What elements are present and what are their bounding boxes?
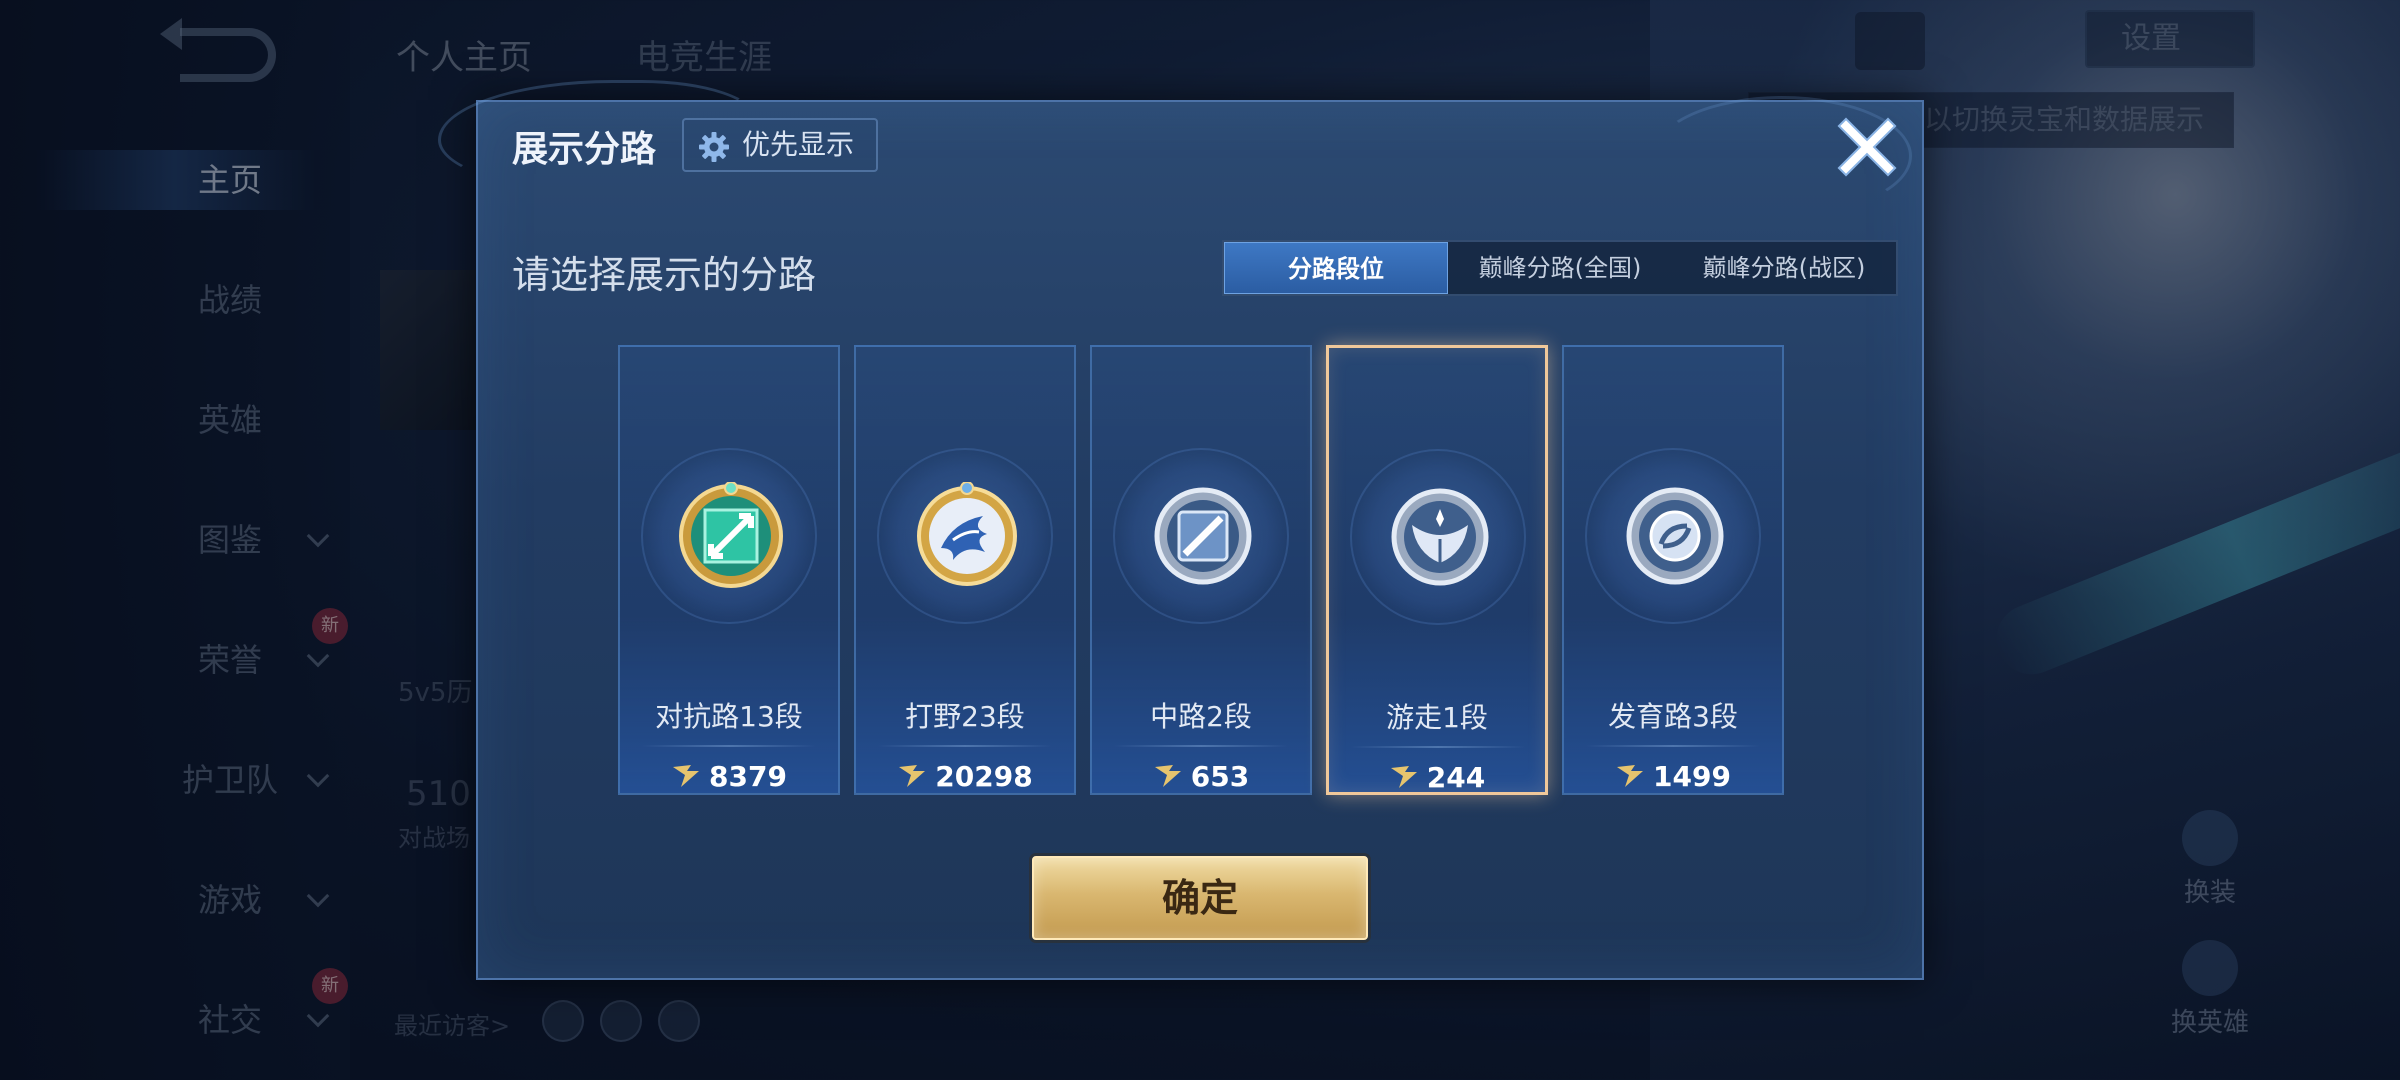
lane-rank-label: 游走1段: [1386, 701, 1488, 734]
confirm-button[interactable]: 确定: [1032, 856, 1368, 940]
card-divider: [1114, 745, 1288, 747]
combat-power-icon: [1390, 766, 1417, 788]
lane-power-value: 1499: [1653, 760, 1731, 793]
lane-card-mid[interactable]: 中路2段 653: [1090, 345, 1312, 795]
priority-display-label: 优先显示: [742, 128, 855, 161]
lane-power-score: 20298: [856, 760, 1074, 793]
lane-card-jungle[interactable]: 打野23段 20298: [854, 345, 1076, 795]
lane-power-value: 8379: [709, 760, 787, 793]
clash-lane-emblem-icon: [679, 482, 783, 588]
card-divider: [878, 745, 1052, 747]
lane-card-clash[interactable]: 对抗路13段 8379: [618, 345, 840, 795]
card-divider: [1351, 746, 1525, 748]
lane-rank-label: 对抗路13段: [655, 700, 803, 733]
gear-icon: [699, 132, 729, 162]
lane-power-value: 20298: [935, 760, 1033, 793]
close-icon: [1837, 117, 1897, 177]
lane-card-roam[interactable]: 游走1段 244: [1326, 345, 1548, 795]
combat-power-icon: [673, 765, 700, 787]
lane-power-score: 8379: [620, 760, 838, 793]
card-divider: [1586, 745, 1760, 747]
lane-rank-label: 发育路3段: [1608, 700, 1738, 733]
lane-power-score: 653: [1092, 760, 1310, 793]
lane-mode-tabs: 分路段位 巅峰分路(全国) 巅峰分路(战区): [1222, 240, 1898, 296]
lane-power-score: 1499: [1564, 760, 1782, 793]
tab-lane-rank[interactable]: 分路段位: [1224, 242, 1448, 294]
dialog-title: 展示分路: [512, 129, 657, 170]
roam-wings-emblem-icon: [1391, 488, 1489, 586]
tab-peak-lane-national[interactable]: 巅峰分路(全国): [1448, 242, 1672, 294]
combat-power-icon: [899, 765, 926, 787]
lane-card-farm[interactable]: 发育路3段 1499: [1562, 345, 1784, 795]
card-divider: [642, 745, 816, 747]
lane-power-score: 244: [1329, 761, 1545, 794]
close-button[interactable]: [1836, 116, 1898, 178]
lane-power-value: 244: [1426, 761, 1486, 794]
farm-lane-emblem-icon: [1626, 487, 1724, 585]
combat-power-icon: [1617, 765, 1644, 787]
lane-rank-label: 打野23段: [905, 700, 1025, 733]
mid-lane-emblem-icon: [1154, 487, 1252, 585]
priority-display-button[interactable]: 优先显示: [682, 118, 879, 172]
combat-power-icon: [1154, 765, 1181, 787]
lane-power-value: 653: [1190, 760, 1250, 793]
tab-peak-lane-region[interactable]: 巅峰分路(战区): [1672, 242, 1896, 294]
lane-display-dialog: 展示分路 优先显示 请选择展示的分路 分路段位 巅峰分路(全国) 巅峰分路(战区…: [438, 80, 1924, 980]
jungle-dragon-emblem-icon: [917, 482, 1017, 586]
lane-rank-label: 中路2段: [1150, 700, 1252, 733]
dialog-subtitle: 请选择展示的分路: [512, 253, 817, 297]
